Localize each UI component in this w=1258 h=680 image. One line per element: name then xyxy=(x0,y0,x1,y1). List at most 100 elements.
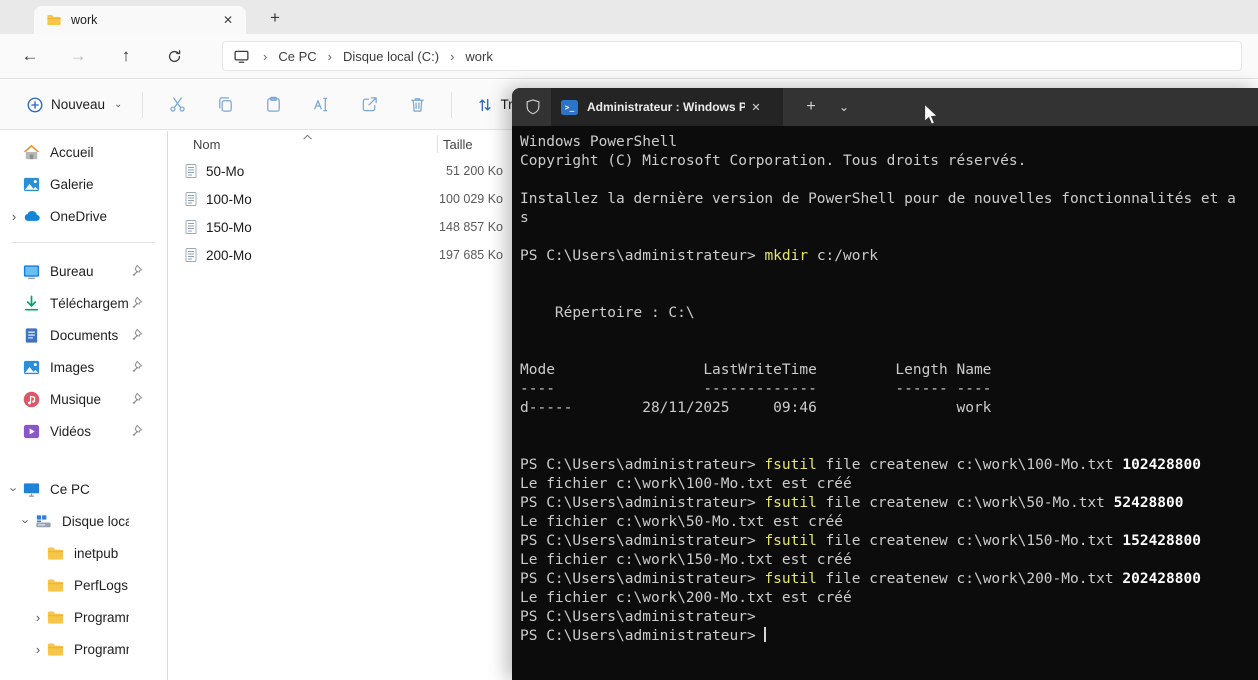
close-tab-icon[interactable]: ✕ xyxy=(218,10,238,30)
sidebar-item-programmes[interactable]: › Programmes xyxy=(0,633,167,665)
share-icon xyxy=(362,97,377,112)
file-name: 200-Mo xyxy=(206,247,252,263)
text-file-icon xyxy=(183,247,199,263)
terminal-dropdown-icon[interactable]: ⌄ xyxy=(831,93,857,121)
sidebar-item-bureau[interactable]: Bureau xyxy=(0,255,167,287)
terminal-tab-bar: >_ Administrateur : Windows Pow ✕ + ⌄ xyxy=(512,88,1258,126)
file-row[interactable]: 200-Mo 197 685 Ko xyxy=(168,241,505,269)
file-size: 100 029 Ko xyxy=(439,192,503,206)
screen: work ✕ + ← → ↑ › Ce PC › Disque local (C… xyxy=(0,0,1258,680)
sidebar-item-documents[interactable]: Documents xyxy=(0,319,167,351)
breadcrumb-disque-local[interactable]: Disque local (C:) xyxy=(341,49,441,64)
up-button[interactable]: ↑ xyxy=(112,42,140,70)
pin-icon xyxy=(129,392,143,406)
clipboard-icon xyxy=(267,96,280,112)
terminal-output[interactable]: Windows PowerShell Copyright (C) Microsof… xyxy=(512,126,1258,646)
powershell-icon: >_ xyxy=(561,99,578,115)
sidebar-item-accueil[interactable]: Accueil xyxy=(0,136,167,168)
terminal-window: >_ Administrateur : Windows Pow ✕ + ⌄ Wi… xyxy=(512,88,1258,680)
this-pc-icon xyxy=(233,48,250,65)
folder-icon xyxy=(46,640,65,659)
pin-icon xyxy=(129,360,143,374)
column-divider[interactable] xyxy=(437,135,438,153)
delete-button[interactable] xyxy=(400,88,434,122)
home-icon xyxy=(22,143,41,162)
pin-icon xyxy=(129,642,143,656)
cut-button[interactable] xyxy=(160,88,194,122)
nouveau-button[interactable]: Nouveau ⌄ xyxy=(16,90,132,120)
chevron-icon[interactable]: › xyxy=(19,513,34,529)
sidebar-item-t-l-chargem[interactable]: Téléchargem xyxy=(0,287,167,319)
sidebar-item-perflogs[interactable]: PerfLogs xyxy=(0,569,167,601)
file-size: 148 857 Ko xyxy=(439,220,503,234)
pictures-icon xyxy=(22,358,41,377)
toolbar-separator xyxy=(451,91,453,118)
terminal-line: s xyxy=(520,210,529,226)
file-row[interactable]: 150-Mo 148 857 Ko xyxy=(168,213,505,241)
videos-icon xyxy=(22,422,41,441)
sidebar-item-musique[interactable]: Musique xyxy=(0,383,167,415)
explorer-tab-work[interactable]: work ✕ xyxy=(34,6,246,34)
terminal-line: Répertoire : C:\ xyxy=(520,305,695,321)
paste-button[interactable] xyxy=(256,88,290,122)
chevron-icon[interactable]: › xyxy=(6,209,22,224)
chevron-icon[interactable]: › xyxy=(7,481,22,497)
terminal-tab-title: Administrateur : Windows Pow xyxy=(587,100,745,114)
copy-button[interactable] xyxy=(208,88,242,122)
tab-title: work xyxy=(71,13,98,27)
column-headers: Nom Taille xyxy=(168,131,505,157)
onedrive-icon xyxy=(22,207,41,226)
toolbar-separator xyxy=(142,91,144,118)
sidebar-item-onedrive[interactable]: › OneDrive xyxy=(0,200,167,232)
sidebar-item-programmes[interactable]: › Programmes xyxy=(0,601,167,633)
close-tab-icon[interactable]: ✕ xyxy=(745,96,767,118)
sidebar-item-ce-pc[interactable]: › Ce PC xyxy=(0,473,167,505)
file-row[interactable]: 100-Mo 100 029 Ko xyxy=(168,185,505,213)
pin-icon xyxy=(129,514,143,528)
folder-icon xyxy=(46,13,62,27)
sidebar-item-galerie[interactable]: Galerie xyxy=(0,168,167,200)
explorer-navigation-bar: ← → ↑ › Ce PC › Disque local (C:) › work xyxy=(0,34,1258,79)
column-header-taille[interactable]: Taille xyxy=(443,137,473,152)
pin-icon xyxy=(129,546,143,560)
file-size: 51 200 Ko xyxy=(446,164,503,178)
terminal-new-tab-button[interactable]: + xyxy=(797,93,825,121)
pin-icon xyxy=(129,610,143,624)
breadcrumb-separator: › xyxy=(263,48,268,64)
new-tab-button[interactable]: + xyxy=(262,5,288,31)
file-name: 50-Mo xyxy=(206,163,245,179)
music-icon xyxy=(22,390,41,409)
sidebar-item-disque-local-c[interactable]: › Disque local (C xyxy=(0,505,167,537)
sidebar-item-inetpub[interactable]: inetpub xyxy=(0,537,167,569)
share-button[interactable] xyxy=(352,88,386,122)
terminal-line: Windows PowerShell xyxy=(520,134,678,150)
file-row[interactable]: 50-Mo 51 200 Ko xyxy=(168,157,505,185)
folder-icon xyxy=(46,608,65,627)
gallery-icon xyxy=(22,175,41,194)
breadcrumb-work[interactable]: work xyxy=(463,49,494,64)
pin-icon xyxy=(129,177,143,191)
text-file-icon xyxy=(183,191,199,207)
chevron-icon[interactable]: › xyxy=(30,610,46,625)
pin-icon xyxy=(129,209,143,223)
column-header-nom[interactable]: Nom xyxy=(193,137,220,152)
address-bar[interactable]: › Ce PC › Disque local (C:) › work xyxy=(222,41,1242,71)
rename-icon xyxy=(314,97,328,112)
sidebar-item-images[interactable]: Images xyxy=(0,351,167,383)
rename-button[interactable] xyxy=(304,88,338,122)
pin-icon xyxy=(129,145,143,159)
sidebar-divider xyxy=(12,242,155,243)
terminal-line: PS C:\Users\administrateur> xyxy=(520,627,767,644)
sidebar-item-vid-os[interactable]: Vidéos xyxy=(0,415,167,447)
terminal-line: PS C:\Users\administrateur> fsutil file … xyxy=(520,457,1201,473)
refresh-button[interactable] xyxy=(160,42,188,70)
breadcrumb-ce-pc[interactable]: Ce PC xyxy=(276,49,318,64)
terminal-line: PS C:\Users\administrateur> fsutil file … xyxy=(520,495,1184,511)
forward-button[interactable]: → xyxy=(64,42,92,70)
chevron-icon[interactable]: › xyxy=(30,642,46,657)
terminal-tab-powershell[interactable]: >_ Administrateur : Windows Pow ✕ xyxy=(551,88,783,126)
back-button[interactable]: ← xyxy=(16,42,44,70)
